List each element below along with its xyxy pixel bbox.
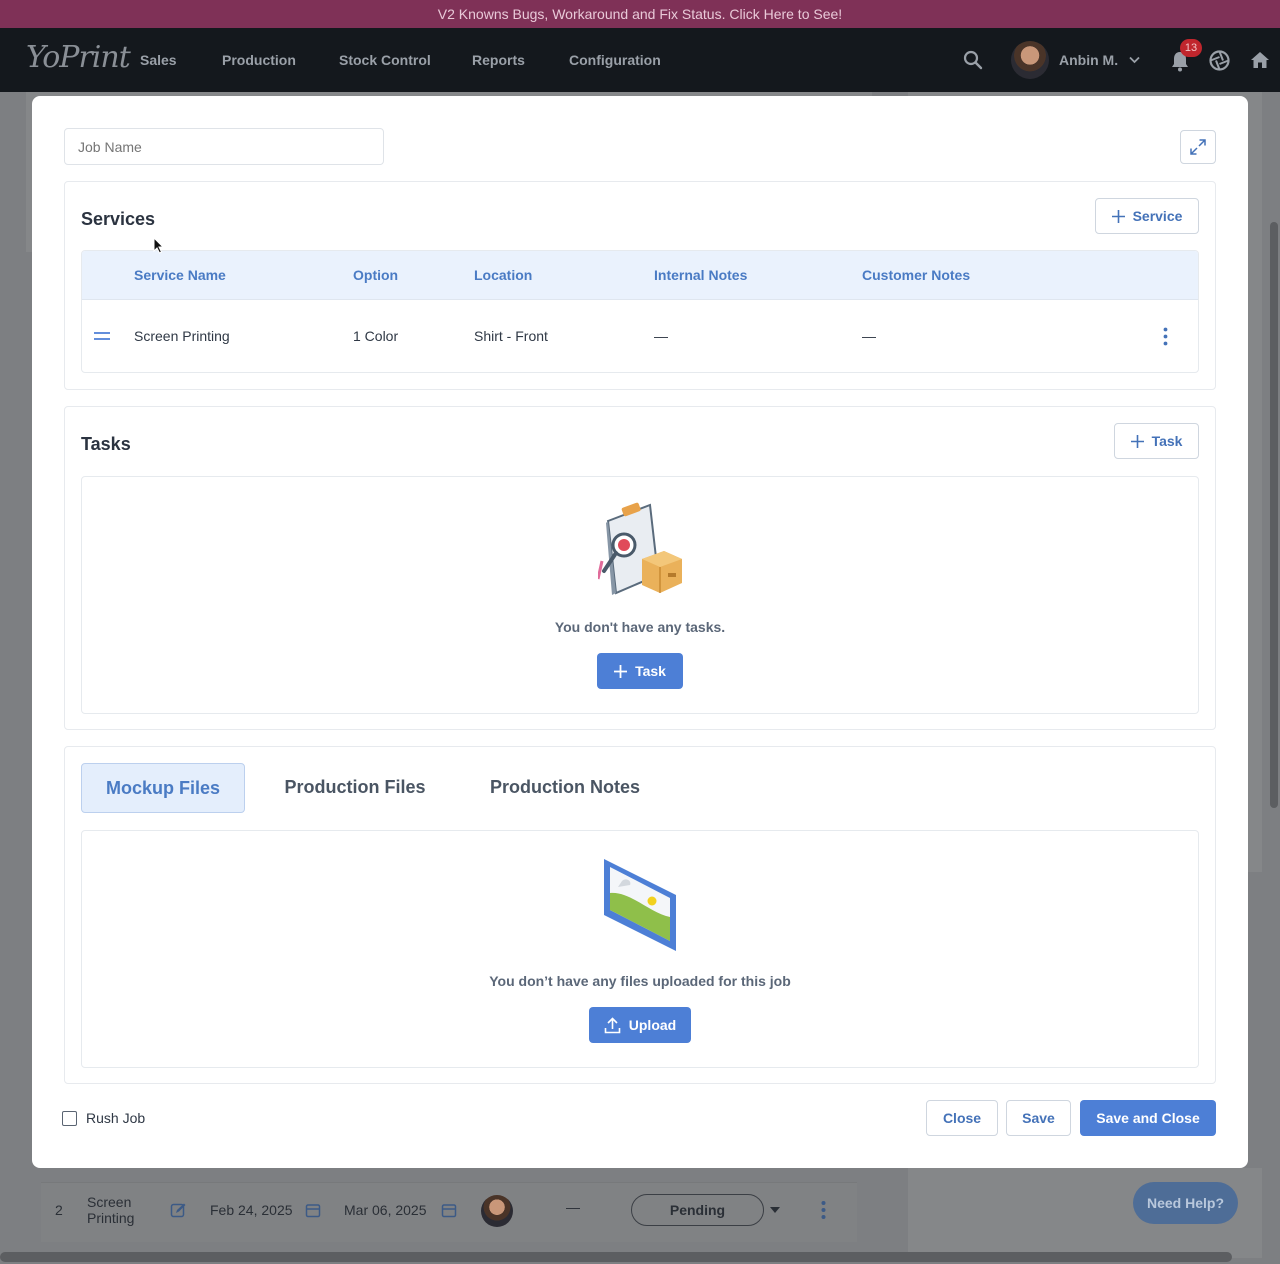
yoprint-logo[interactable]: YoPrint xyxy=(26,40,131,75)
row-service: Screen Printing xyxy=(87,1194,135,1226)
files-empty-text: You don’t have any files uploaded for th… xyxy=(489,973,791,989)
home-icon[interactable] xyxy=(1250,51,1270,69)
rush-job-label: Rush Job xyxy=(86,1110,146,1126)
column-option[interactable]: Option xyxy=(353,251,398,300)
upload-icon xyxy=(604,1016,621,1033)
avatar[interactable] xyxy=(481,1195,513,1227)
chevron-down-icon[interactable] xyxy=(1129,56,1140,64)
rush-job-toggle[interactable]: Rush Job xyxy=(62,1110,145,1126)
status-badge[interactable]: Pending xyxy=(631,1194,764,1226)
services-title: Services xyxy=(81,209,156,229)
announcement-banner[interactable]: V2 Knowns Bugs, Workaround and Fix Statu… xyxy=(0,0,1280,28)
row-start-date: Feb 24, 2025 xyxy=(210,1202,293,1218)
kebab-menu-icon[interactable] xyxy=(821,1200,826,1220)
search-icon[interactable] xyxy=(963,50,983,70)
upload-label: Upload xyxy=(628,1017,677,1033)
column-location[interactable]: Location xyxy=(474,251,532,300)
tab-mockup-files[interactable]: Mockup Files xyxy=(81,763,245,813)
cell-location: Shirt - Front xyxy=(474,328,548,344)
notification-badge: 13 xyxy=(1180,39,1202,57)
drag-handle-icon[interactable] xyxy=(94,331,110,341)
row-end-date: Mar 06, 2025 xyxy=(344,1202,427,1218)
caret-down-icon[interactable] xyxy=(770,1207,780,1213)
cell-option: 1 Color xyxy=(353,328,399,344)
expand-button[interactable] xyxy=(1180,130,1216,164)
mouse-cursor-icon xyxy=(153,237,164,254)
nav-item-sales[interactable]: Sales xyxy=(140,28,177,92)
job-name-input[interactable] xyxy=(64,128,384,165)
plus-icon xyxy=(614,664,628,678)
nav-item-reports[interactable]: Reports xyxy=(472,28,525,92)
table-header: Service Name Option Location Internal No… xyxy=(82,251,1198,300)
column-customer-notes[interactable]: Customer Notes xyxy=(862,251,970,300)
column-internal-notes[interactable]: Internal Notes xyxy=(654,251,747,300)
cell-internal-notes: — xyxy=(654,328,668,344)
tasks-card: Tasks Task You don't have any tasks. Tas… xyxy=(64,406,1216,730)
plus-icon xyxy=(1111,209,1125,223)
vertical-scrollbar[interactable] xyxy=(1270,222,1278,808)
add-task-label: Task xyxy=(1151,433,1183,449)
cell-service-name: Screen Printing xyxy=(134,328,230,344)
nav-item-configuration[interactable]: Configuration xyxy=(569,28,661,92)
save-and-close-button[interactable]: Save and Close xyxy=(1080,1100,1216,1136)
create-task-button[interactable]: Task xyxy=(597,653,683,689)
add-service-button[interactable]: Service xyxy=(1095,198,1199,234)
add-service-label: Service xyxy=(1132,208,1183,224)
rush-job-checkbox[interactable] xyxy=(62,1110,77,1126)
plus-icon xyxy=(1130,434,1144,448)
column-service-name[interactable]: Service Name xyxy=(134,251,226,300)
tasks-title: Tasks xyxy=(81,434,131,454)
avatar[interactable] xyxy=(1011,41,1049,79)
row-menu-icon[interactable] xyxy=(1163,327,1168,346)
job-modal: Services Service Service Name Option Loc… xyxy=(32,96,1248,1168)
row-dash: — xyxy=(566,1199,580,1215)
add-task-button[interactable]: Task xyxy=(1114,423,1199,459)
edit-icon[interactable] xyxy=(170,1202,187,1219)
top-nav: YoPrint Sales Production Stock Control R… xyxy=(0,28,1280,92)
create-task-label: Task xyxy=(635,663,666,679)
expand-icon xyxy=(1190,139,1206,155)
cell-customer-notes: — xyxy=(862,328,876,344)
calendar-icon[interactable] xyxy=(441,1202,457,1218)
tasks-empty-state: You don't have any tasks. Task xyxy=(81,476,1199,714)
upload-button[interactable]: Upload xyxy=(589,1007,691,1043)
files-empty-state: You don’t have any files uploaded for th… xyxy=(81,830,1199,1068)
files-card: Mockup Files Production Files Production… xyxy=(64,746,1216,1084)
tab-production-files[interactable]: Production Files xyxy=(265,763,445,813)
nav-item-stock-control[interactable]: Stock Control xyxy=(339,28,431,92)
services-card: Services Service Service Name Option Loc… xyxy=(64,181,1216,390)
close-button[interactable]: Close xyxy=(926,1100,998,1136)
save-button[interactable]: Save xyxy=(1006,1100,1071,1136)
tasks-empty-text: You don't have any tasks. xyxy=(554,619,726,635)
user-name[interactable]: Anbin M. xyxy=(1059,28,1118,92)
nav-item-production[interactable]: Production xyxy=(222,28,296,92)
aperture-icon[interactable] xyxy=(1209,50,1230,71)
clipboard-illustration-icon xyxy=(598,502,682,595)
horizontal-scrollbar[interactable] xyxy=(0,1252,1232,1262)
calendar-icon[interactable] xyxy=(305,1202,321,1218)
row-number: 2 xyxy=(55,1202,63,1218)
tab-production-notes[interactable]: Production Notes xyxy=(465,763,665,813)
need-help-button[interactable]: Need Help? xyxy=(1133,1182,1238,1224)
image-illustration-icon xyxy=(604,859,676,951)
services-table: Service Name Option Location Internal No… xyxy=(81,250,1199,373)
